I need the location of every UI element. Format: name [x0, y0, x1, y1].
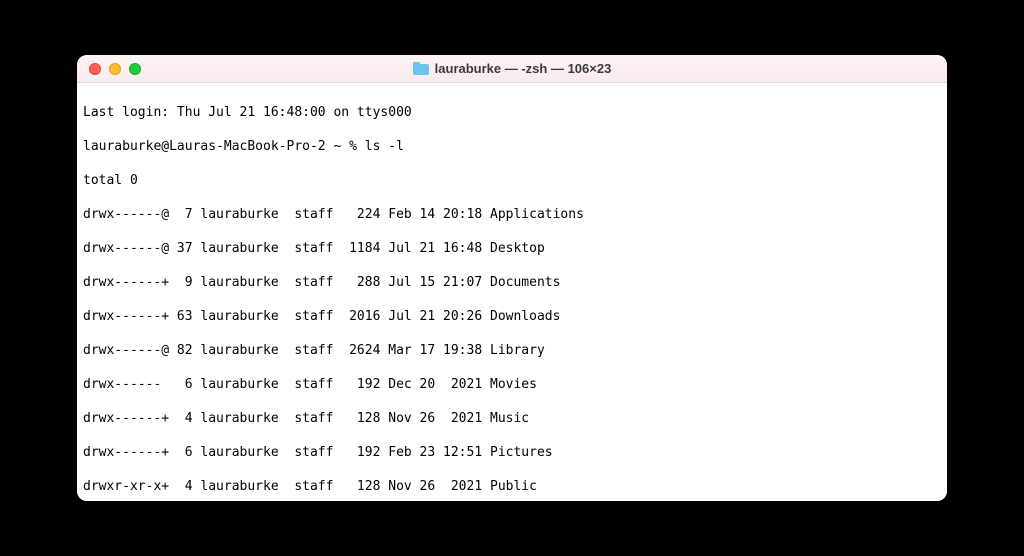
terminal-line: drwx------+ 6 lauraburke staff 192 Feb 2… — [83, 444, 941, 461]
terminal-line: drwxr-xr-x+ 4 lauraburke staff 128 Nov 2… — [83, 478, 941, 495]
terminal-line: drwx------@ 82 lauraburke staff 2624 Mar… — [83, 342, 941, 359]
terminal-line: drwx------@ 7 lauraburke staff 224 Feb 1… — [83, 206, 941, 223]
terminal-line: total 0 — [83, 172, 941, 189]
folder-icon — [413, 62, 429, 75]
window-title-wrap: lauraburke — -zsh — 106×23 — [77, 61, 947, 76]
terminal-body[interactable]: Last login: Thu Jul 21 16:48:00 on ttys0… — [77, 83, 947, 501]
titlebar[interactable]: lauraburke — -zsh — 106×23 — [77, 55, 947, 83]
window-title: lauraburke — -zsh — 106×23 — [435, 61, 612, 76]
minimize-icon[interactable] — [109, 63, 121, 75]
close-icon[interactable] — [89, 63, 101, 75]
terminal-line: drwx------+ 63 lauraburke staff 2016 Jul… — [83, 308, 941, 325]
traffic-lights — [77, 63, 141, 75]
terminal-window: lauraburke — -zsh — 106×23 Last login: T… — [77, 55, 947, 501]
terminal-line: drwx------@ 37 lauraburke staff 1184 Jul… — [83, 240, 941, 257]
terminal-line: drwx------+ 9 lauraburke staff 288 Jul 1… — [83, 274, 941, 291]
maximize-icon[interactable] — [129, 63, 141, 75]
terminal-line: drwx------+ 4 lauraburke staff 128 Nov 2… — [83, 410, 941, 427]
terminal-line: Last login: Thu Jul 21 16:48:00 on ttys0… — [83, 104, 941, 121]
terminal-line: lauraburke@Lauras-MacBook-Pro-2 ~ % ls -… — [83, 138, 941, 155]
terminal-line: drwx------ 6 lauraburke staff 192 Dec 20… — [83, 376, 941, 393]
